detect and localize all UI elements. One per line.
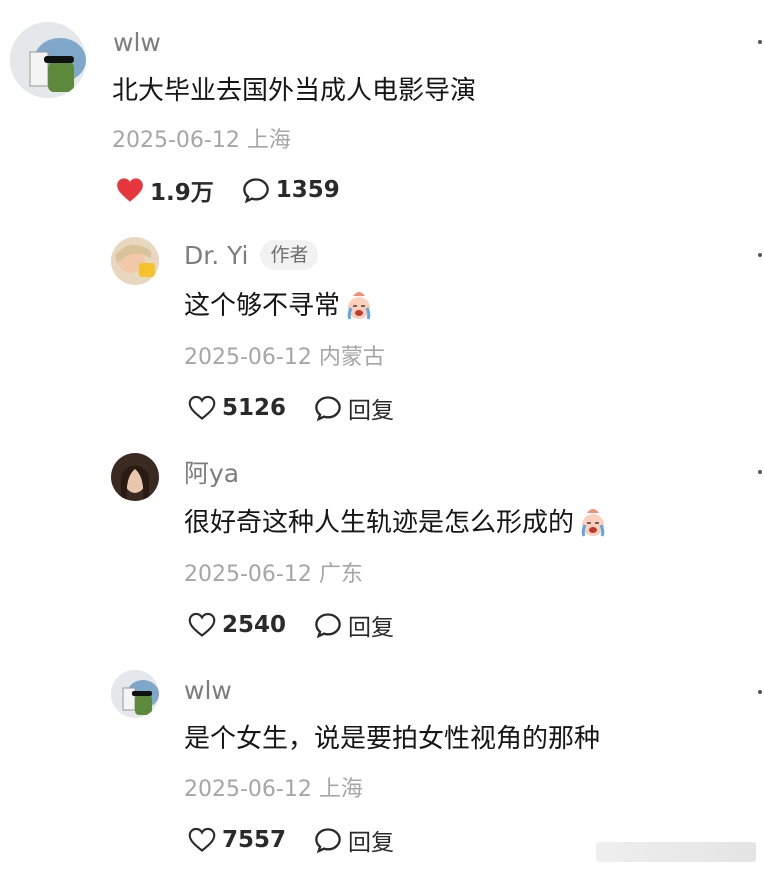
comment-text: 北大毕业去国外当成人电影导演 <box>112 76 477 106</box>
comment-username[interactable]: wlw <box>184 676 232 706</box>
more-options-icon[interactable] <box>758 253 762 257</box>
comment-text: 很好奇这种人生轨迹是怎么形成的 <box>184 505 610 546</box>
more-options-icon[interactable] <box>758 690 762 694</box>
comment-actions: 5126 回复 <box>188 391 422 425</box>
reply-label: 回复 <box>348 830 395 856</box>
reply-button[interactable]: 回复 <box>314 608 394 642</box>
avatar[interactable] <box>111 237 159 285</box>
avatar[interactable] <box>111 453 159 501</box>
comment-actions: 1.9万 1359 <box>116 173 368 207</box>
like-count: 1.9万 <box>150 180 214 206</box>
comment-bubble-icon <box>315 396 341 421</box>
comment-text: 这个够不寻常 <box>184 288 376 329</box>
avatar[interactable] <box>10 22 86 98</box>
like-button[interactable]: 2540 <box>188 612 286 638</box>
like-count: 2540 <box>222 612 287 638</box>
heart-filled-icon <box>117 178 143 202</box>
comment-username[interactable]: wlw <box>113 28 161 58</box>
comment-username[interactable]: 阿ya <box>184 459 239 489</box>
like-count: 7557 <box>222 827 287 853</box>
reply-count: 1359 <box>275 177 340 203</box>
comment-meta: 2025-06-12 上海 <box>112 128 291 153</box>
username-text[interactable]: Dr. Yi <box>184 241 248 270</box>
comment-actions: 7557 回复 <box>188 823 422 857</box>
comment-meta: 2025-06-12 内蒙古 <box>184 345 385 370</box>
comment-bubble-icon <box>315 828 341 853</box>
author-badge: 作者 <box>260 240 319 270</box>
comment-bubble-icon <box>242 178 269 203</box>
reply-label: 回复 <box>348 615 395 641</box>
watermark <box>596 842 756 862</box>
more-options-icon[interactable] <box>758 40 762 44</box>
like-count: 5126 <box>222 395 287 421</box>
comment-text: 是个女生，说是要拍女性视角的那种 <box>184 724 601 754</box>
comment-text-content: 这个够不寻常 <box>184 291 341 321</box>
comment-bubble-icon <box>315 613 341 638</box>
heart-outline-icon <box>188 612 216 637</box>
like-button[interactable]: 5126 <box>188 395 286 421</box>
comment-actions: 2540 回复 <box>188 608 422 642</box>
heart-outline-icon <box>188 395 216 420</box>
crying-emoji-icon <box>342 288 376 329</box>
reply-count-button[interactable]: 1359 <box>242 177 340 203</box>
comment-text-content: 很好奇这种人生轨迹是怎么形成的 <box>184 508 575 538</box>
avatar[interactable] <box>111 670 159 718</box>
comment-meta: 2025-06-12 广东 <box>184 562 363 587</box>
reply-button[interactable]: 回复 <box>314 391 394 425</box>
more-options-icon[interactable] <box>758 470 762 474</box>
comment-username: Dr. Yi 作者 <box>184 240 319 271</box>
like-button[interactable]: 7557 <box>188 827 286 853</box>
crying-emoji-icon <box>576 505 610 546</box>
like-button[interactable]: 1.9万 <box>116 173 214 207</box>
comment-meta: 2025-06-12 上海 <box>184 777 363 802</box>
heart-outline-icon <box>188 827 216 852</box>
reply-button[interactable]: 回复 <box>314 823 394 857</box>
reply-label: 回复 <box>348 398 395 424</box>
